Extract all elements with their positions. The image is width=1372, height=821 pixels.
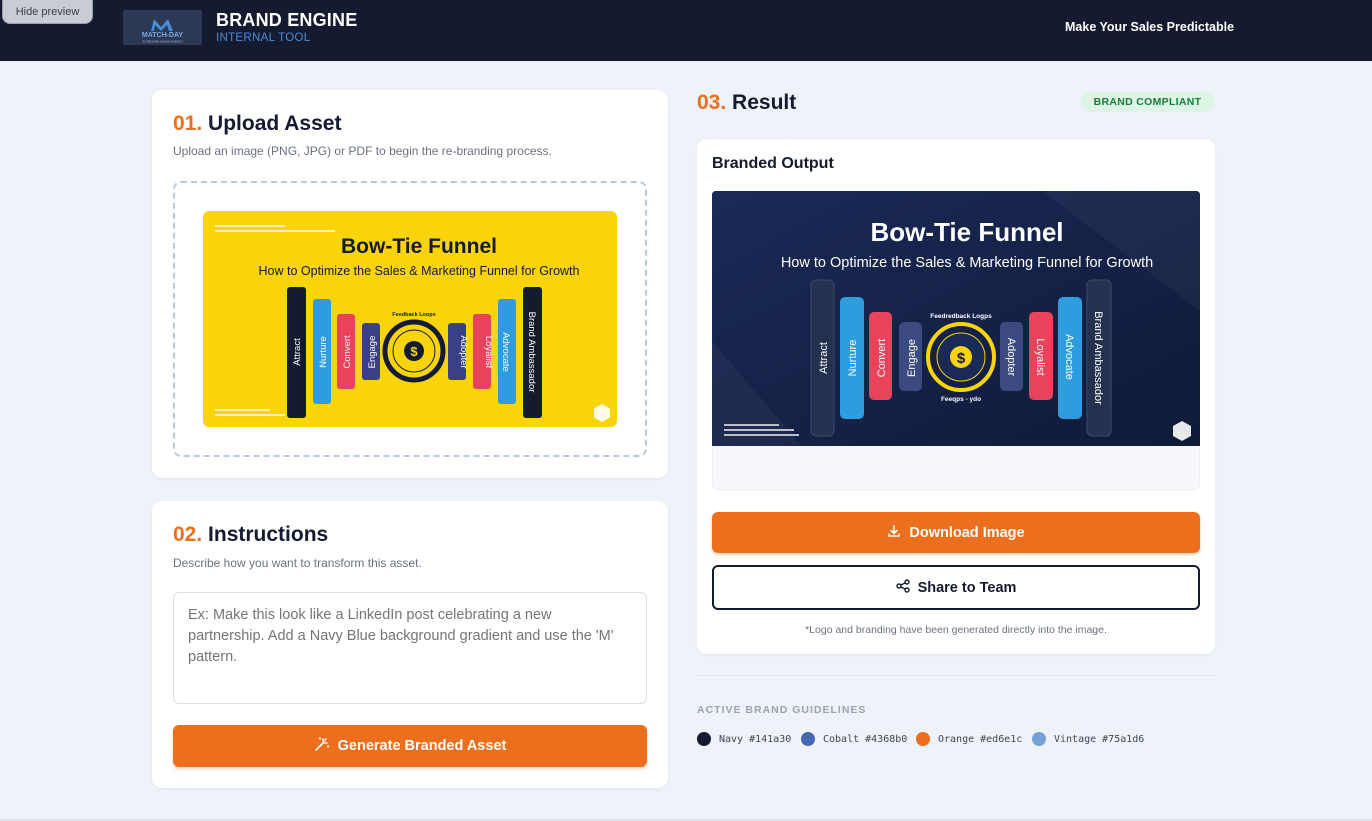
stage-label: Nurture [847,340,859,377]
instructions-input[interactable] [173,592,647,704]
dollar-symbol: $ [410,344,418,359]
stage-label: Advocate [1063,334,1075,380]
header-tagline: Make Your Sales Predictable [1065,20,1235,34]
upload-heading: 01. Upload Asset [173,112,341,136]
stage-label: Convert [342,335,353,369]
swatch-label: Vintage #75a1d6 [1054,733,1145,745]
color-swatch-navy: Navy #141a30 [697,732,791,746]
output-label: Branded Output [712,155,834,172]
dollar-symbol: $ [957,350,966,367]
guidelines-label: ACTIVE BRAND GUIDELINES [697,704,867,716]
stage-label: Adopter [1005,338,1017,377]
output-subtitle: How to Optimize the Sales & Marketing Fu… [781,255,1153,271]
branded-output-image: Bow-Tie Funnel How to Optimize the Sales… [712,191,1200,446]
logo-wordmark: MATCH-DAY [142,32,184,39]
download-button[interactable]: Download Image [712,512,1200,553]
upload-card: 01. Upload Asset Upload an image (PNG, J… [152,90,668,478]
color-dot [916,732,930,746]
instructions-description: Describe how you want to transform this … [173,556,422,570]
step-title: Instructions [208,523,329,546]
swatch-label: Orange #ed6e1c [938,733,1023,745]
stage-label: Attract [818,342,830,374]
swatch-label: Cobalt #4368b0 [823,733,908,745]
share-label: Share to Team [917,579,1017,596]
color-dot [697,732,711,746]
download-label: Download Image [909,524,1025,541]
color-swatch-orange: Orange #ed6e1c [916,732,1022,746]
color-swatch-cobalt: Cobalt #4368b0 [801,732,907,746]
output-image-footer [712,446,1200,490]
color-swatch-vintage: Vintage #75a1d6 [1032,732,1144,746]
generate-label: Generate Branded Asset [337,738,507,754]
brand-logo: MATCH-DAY OUTBOUND SALES AGENCY [123,10,202,45]
upload-dropzone[interactable]: Bow-Tie Funnel How to Optimize the Sales… [173,181,647,457]
stage-label: Nurture [318,336,329,368]
stage-label: Brand Ambassador [526,312,537,393]
stage-label: Advocate [500,332,511,372]
branding-footnote: *Logo and branding have been generated d… [805,624,1107,636]
loop-label: Feeqps - ydo [941,396,981,403]
loop-label: Feedback Loops [392,312,435,318]
step-title: Result [732,91,797,114]
color-dot [801,732,815,746]
step-number: 02. [173,523,203,546]
cube-icon [594,404,610,422]
app-subtitle: INTERNAL TOOL [216,32,311,44]
magic-wand-icon [314,736,330,756]
result-heading: 03. Result [697,91,796,115]
asset-subtitle: How to Optimize the Sales & Marketing Fu… [259,264,580,278]
instructions-card: 02. Instructions Describe how you want t… [152,501,668,788]
section-divider [697,675,1215,676]
hide-preview-button[interactable]: Hide preview [2,0,93,24]
app-title: BRAND ENGINE [216,10,358,30]
stage-label: Engage [906,339,918,377]
brand-compliant-badge: BRAND COMPLIANT [1081,92,1214,112]
result-card: Branded Output Bow-Tie Funnel How to Opt… [697,139,1215,654]
step-number: 03. [697,91,727,114]
logo-subtext: OUTBOUND SALES AGENCY [142,40,183,44]
upload-description: Upload an image (PNG, JPG) or PDF to beg… [173,144,552,158]
step-number: 01. [173,112,203,135]
stage-label: Brand Ambassador [1092,311,1104,405]
instructions-heading: 02. Instructions [173,523,328,547]
stage-label: Loyalist [483,336,494,369]
asset-title: Bow-Tie Funnel [341,235,497,258]
step-title: Upload Asset [208,112,342,135]
stage-label: Convert [876,339,888,378]
share-icon [895,578,910,597]
swatch-label: Navy #141a30 [719,733,792,745]
color-dot [1032,732,1046,746]
download-icon [887,524,901,542]
output-title: Bow-Tie Funnel [870,217,1063,247]
share-button[interactable]: Share to Team [712,565,1200,610]
stage-label: Engage [367,336,378,369]
generate-button[interactable]: Generate Branded Asset [173,725,647,767]
stage-label: Attract [292,338,303,366]
stage-label: Adopter [458,335,469,368]
uploaded-asset-preview: Bow-Tie Funnel How to Optimize the Sales… [203,211,617,427]
loop-label: Feedredback Logps [930,313,992,320]
stage-label: Loyalist [1034,338,1046,375]
